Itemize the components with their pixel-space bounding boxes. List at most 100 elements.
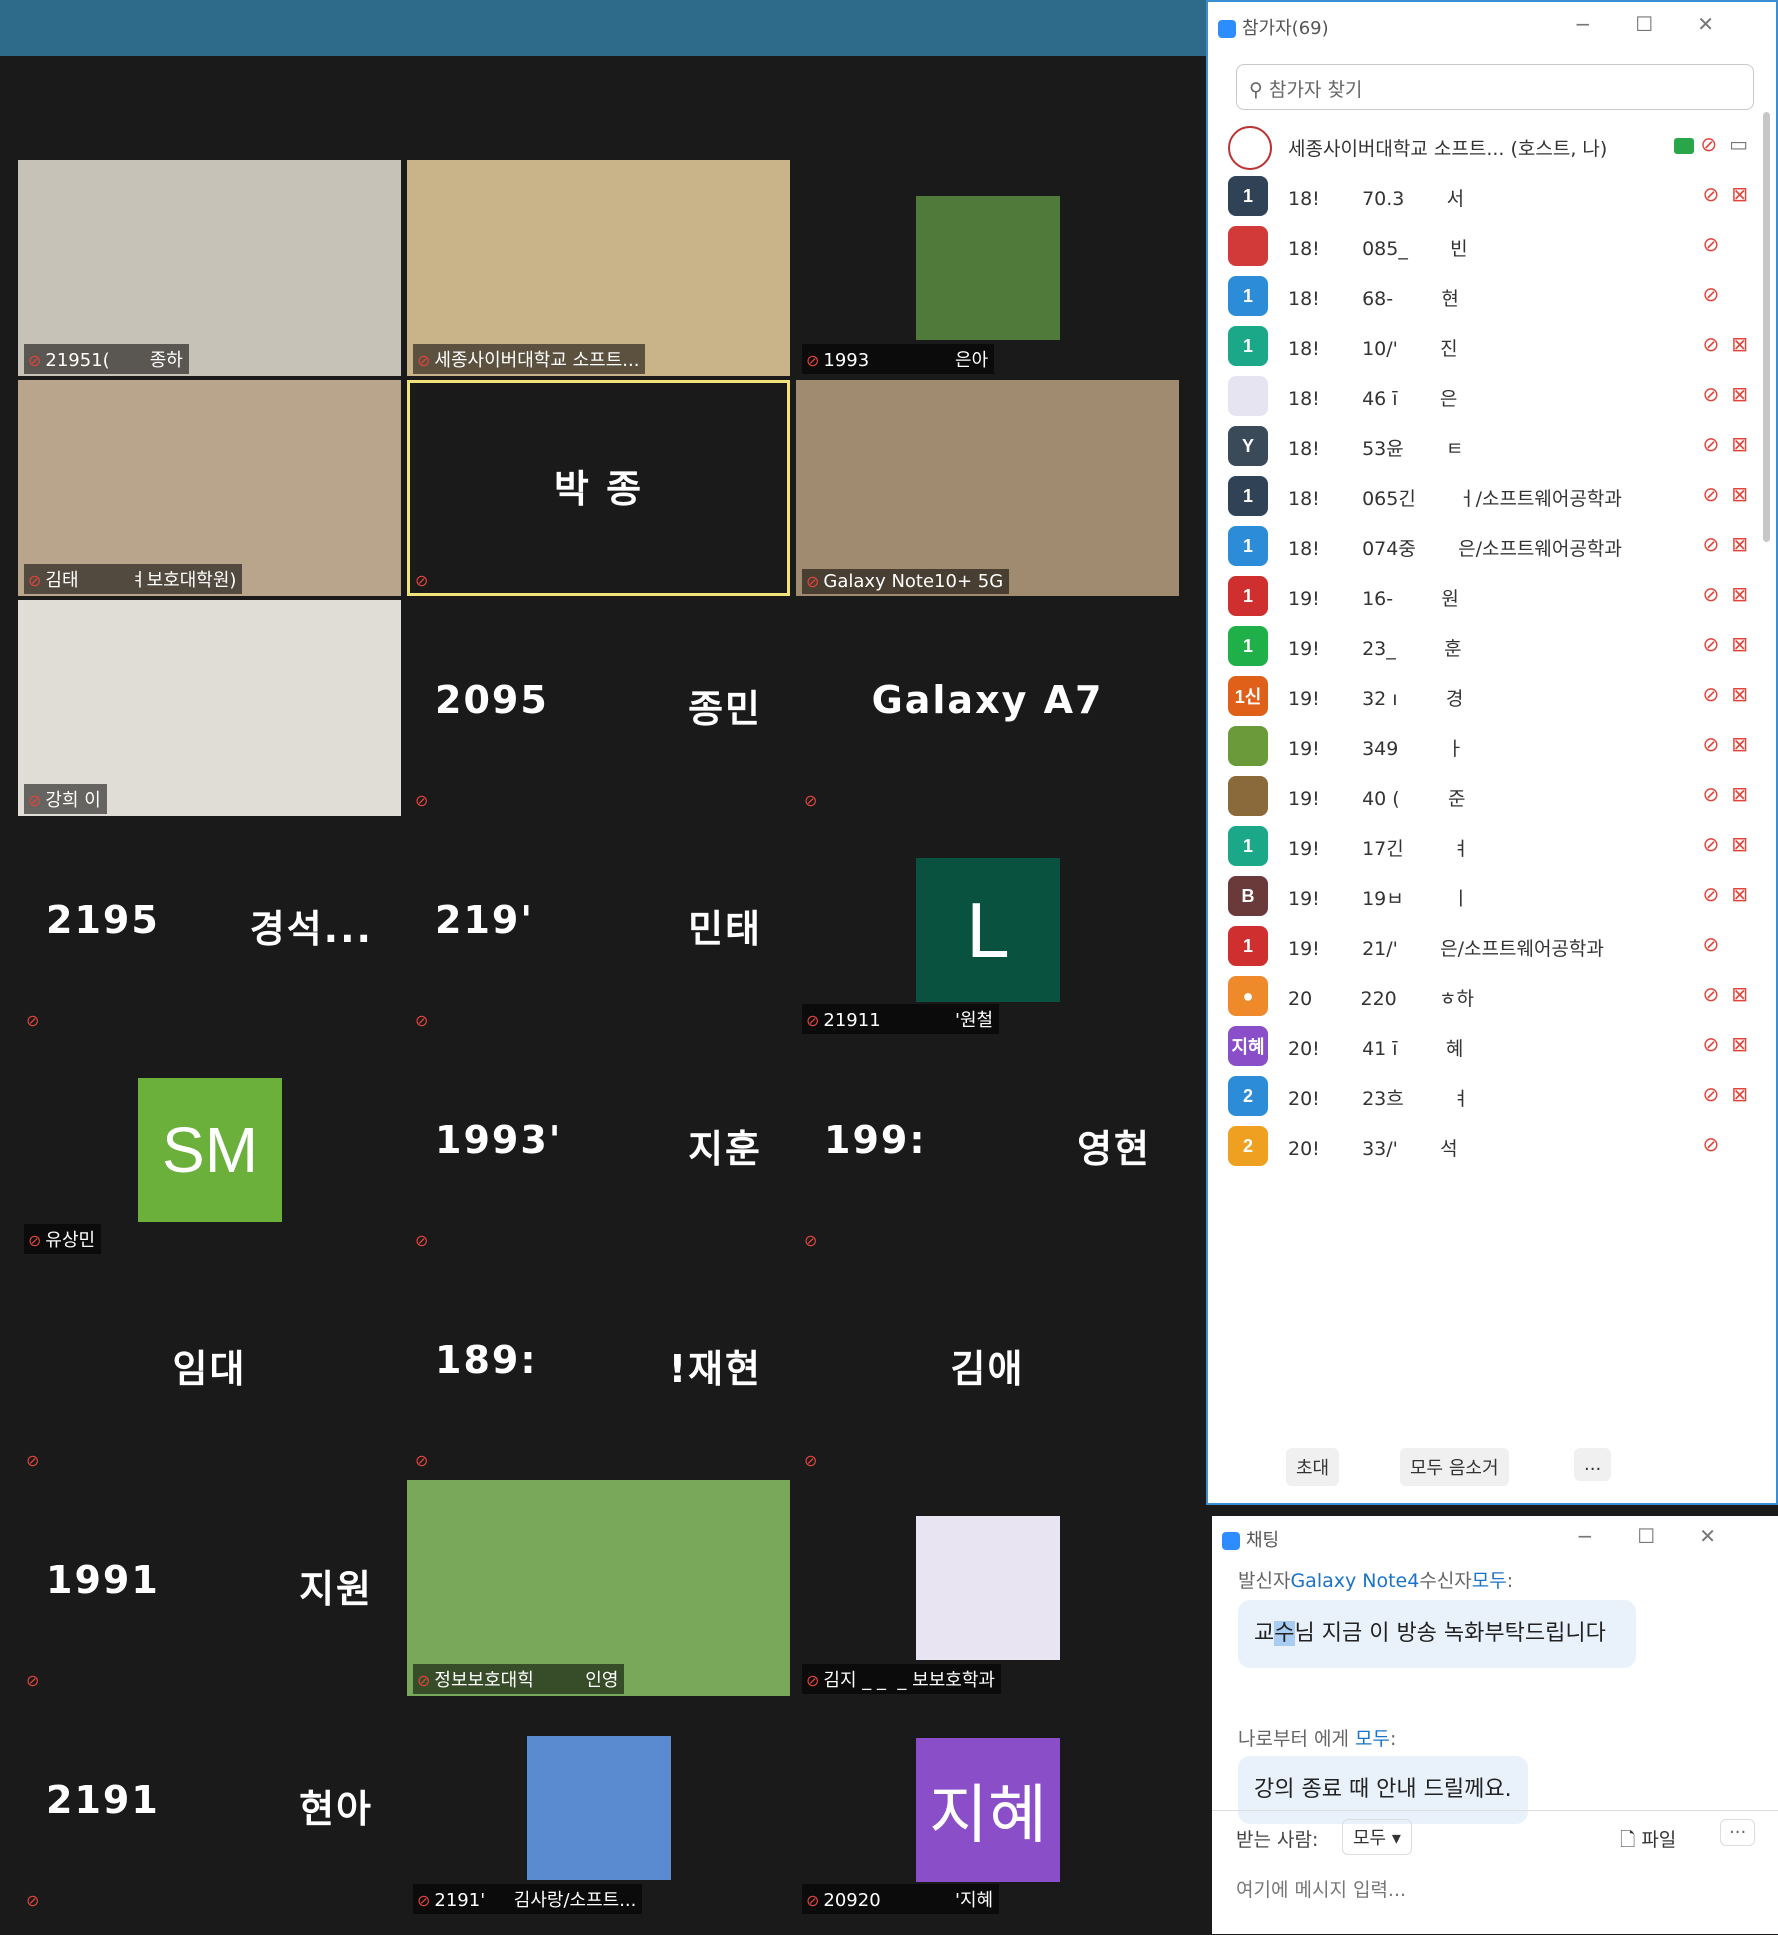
- from-prefix: 발신자: [1238, 1570, 1291, 1592]
- video-tile[interactable]: 189: !재현 ⊘: [407, 1260, 790, 1476]
- participant-row[interactable]: 1 19! 16- 원 ⊘ ⊠: [1228, 570, 1748, 620]
- participant-row[interactable]: 19! 40 ( 준 ⊘ ⊠: [1228, 770, 1748, 820]
- mute-all-button[interactable]: 모두 음소거: [1400, 1448, 1509, 1486]
- file-button[interactable]: 🗋 파일: [1620, 1825, 1676, 1858]
- participant-row[interactable]: 1 19! 21/' 은/소프트웨어공학과 ⊘⊠: [1228, 920, 1748, 970]
- invite-button[interactable]: 초대: [1286, 1448, 1340, 1486]
- maximize-icon[interactable]: ☐: [1635, 12, 1697, 36]
- recipient-name[interactable]: 모두: [1472, 1570, 1507, 1592]
- close-icon[interactable]: ✕: [1697, 12, 1758, 36]
- video-tile[interactable]: ⊘ 세종사이버대학교 소프트...: [407, 160, 790, 376]
- video-tile[interactable]: 김애 ⊘: [796, 1260, 1179, 1476]
- label-text: 21951( 종하: [45, 350, 183, 371]
- video-tile[interactable]: ⊘ 김지 _ _ _ 보보호학과: [796, 1480, 1179, 1696]
- to-label: 받는 사람:: [1236, 1829, 1319, 1851]
- video-tile[interactable]: Galaxy A7 ⊘: [796, 600, 1179, 816]
- participant-label: ⊘ 21911 '원철: [802, 1004, 1000, 1034]
- video-tile[interactable]: 지혜 ⊘ 20920 '지혜: [796, 1700, 1179, 1916]
- participant-row[interactable]: 지혜 20! 41 ī 혜 ⊘ ⊠: [1228, 1020, 1748, 1070]
- video-tile[interactable]: 219' 민태 ⊘: [407, 820, 790, 1036]
- participant-row[interactable]: 1 19! 23_ 훈 ⊘ ⊠: [1228, 620, 1748, 670]
- mic-muted-icon: ⊘: [1702, 532, 1720, 556]
- video-tile[interactable]: 임대 ⊘: [18, 1260, 401, 1476]
- participant-row[interactable]: 2 20! 33/' 석 ⊘⊠: [1228, 1120, 1748, 1170]
- participant-label: ⊘ 21951( 종하: [24, 344, 189, 374]
- name-part: 영현: [1077, 1127, 1151, 1171]
- chat-footer: 받는 사람: 모두 ▾ 🗋 파일 ··· 여기에 메시지 입력...: [1212, 1810, 1778, 1935]
- video-tile[interactable]: ⊘ 강희 이: [18, 600, 401, 816]
- message-input[interactable]: 여기에 메시지 입력...: [1236, 1875, 1406, 1902]
- mic-muted-icon: ⊘: [1702, 432, 1720, 456]
- participant-row[interactable]: 2 20! 23흐 ㅕ ⊘ ⊠: [1228, 1070, 1748, 1120]
- more-button[interactable]: ...: [1574, 1448, 1612, 1481]
- mic-muted-icon: ⊘: [1702, 782, 1720, 806]
- video-tile[interactable]: 2191 현아 ⊘: [18, 1700, 401, 1916]
- participant-row[interactable]: ● 20 220 ㅎ하 ⊘ ⊠: [1228, 970, 1748, 1020]
- more-options-icon[interactable]: ···: [1720, 1819, 1756, 1846]
- mic-muted-icon: ⊘: [1702, 232, 1720, 256]
- video-tile[interactable]: 1991 지원 ⊘: [18, 1480, 401, 1696]
- label-text: 세종사이버대학교 소프트...: [434, 350, 640, 371]
- participant-name: 219' 민태: [407, 898, 790, 953]
- participant-name: Galaxy A7: [871, 678, 1104, 722]
- participant-name: 20! 41 ī 혜: [1288, 1038, 1464, 1060]
- video-tile[interactable]: 2095 종민 ⊘: [407, 600, 790, 816]
- camera-off-icon: ⊠: [1731, 982, 1748, 1006]
- video-tile[interactable]: ⊘ 21951( 종하: [18, 160, 401, 376]
- participant-scrollbar[interactable]: [1763, 112, 1770, 542]
- participant-row[interactable]: 1 19! 17긴 ㅕ ⊘ ⊠: [1228, 820, 1748, 870]
- mic-muted-icon: ⊘: [28, 791, 42, 810]
- video-tile[interactable]: 1993' 지훈 ⊘: [407, 1040, 790, 1256]
- participant-name: 1991 지원: [18, 1558, 401, 1613]
- participant-video: [916, 196, 1060, 340]
- video-tile[interactable]: ⊘ 1993 은아: [796, 160, 1179, 376]
- camera-off-icon: ⊠: [1731, 382, 1748, 406]
- video-tile[interactable]: ⊘ 김태 ㅕ보호대학원): [18, 380, 401, 596]
- host-row[interactable]: 세종사이버대학교 소프트... (호스트, 나) ⊘ ▭: [1228, 120, 1748, 170]
- participant-status-icons: ⊘⊠: [1702, 982, 1748, 1006]
- participant-row[interactable]: 1 18! 10/' 진 ⊘ ⊠: [1228, 320, 1748, 370]
- participant-row[interactable]: 1 18! 70.3 서 ⊘ ⊠: [1228, 170, 1748, 220]
- video-tile[interactable]: 박 종 ⊘: [407, 380, 790, 596]
- minimize-icon[interactable]: −: [1577, 1524, 1638, 1548]
- colon: :: [1506, 1570, 1514, 1592]
- participant-row[interactable]: B 19! 19ㅂ ㅣ ⊘ ⊠: [1228, 870, 1748, 920]
- video-tile[interactable]: ⊘ 정보보호대힉 인영: [407, 1480, 790, 1696]
- video-tile[interactable]: 2195 경석... ⊘: [18, 820, 401, 1036]
- participant-status-icons: ⊘⊠: [1702, 182, 1748, 206]
- participant-row[interactable]: 1 18! 68- 현 ⊘⊠: [1228, 270, 1748, 320]
- message-text-rest: 님 지금 이 방송 녹화부탁드립니다: [1294, 1621, 1606, 1646]
- close-icon[interactable]: ✕: [1699, 1524, 1760, 1548]
- video-tile[interactable]: 199: 영현 ⊘: [796, 1040, 1179, 1256]
- recipient-select[interactable]: 모두 ▾: [1342, 1819, 1412, 1855]
- participant-avatar: 1: [1228, 476, 1268, 516]
- participant-row[interactable]: 1신 19! 32 ı 경 ⊘ ⊠: [1228, 670, 1748, 720]
- participant-row[interactable]: 19! 349 ㅏ ⊘ ⊠: [1228, 720, 1748, 770]
- mic-muted-icon: ⊘: [28, 571, 42, 590]
- window-controls[interactable]: −☐✕: [1575, 12, 1758, 36]
- mic-muted-icon: ⊘: [1702, 732, 1720, 756]
- name-part: 2095: [435, 678, 549, 722]
- video-tile[interactable]: SM ⊘ 유상민: [18, 1040, 401, 1256]
- mic-muted-icon: ⊘: [417, 351, 431, 370]
- recipient-name-2[interactable]: 모두: [1355, 1728, 1390, 1750]
- participant-row[interactable]: Y 18! 53윤 ㅌ ⊘ ⊠: [1228, 420, 1748, 470]
- name-part: !재현: [668, 1347, 762, 1391]
- minimize-icon[interactable]: −: [1575, 12, 1636, 36]
- participant-row[interactable]: 1 18! 065긴 ㅓ/소프트웨어공학과 ⊘ ⊠: [1228, 470, 1748, 520]
- share-status-icon: [1673, 137, 1694, 154]
- participant-row[interactable]: 18! 46 ī 은 ⊘ ⊠: [1228, 370, 1748, 420]
- participant-status-icons: ⊘⊠: [1702, 1132, 1748, 1156]
- participant-name: 2191 현아: [18, 1778, 401, 1833]
- chat-window-controls[interactable]: −☐✕: [1577, 1524, 1760, 1548]
- participant-row[interactable]: 18! 085_ 빈 ⊘⊠: [1228, 220, 1748, 270]
- video-tile[interactable]: ⊘ Galaxy Note10+ 5G: [796, 380, 1179, 596]
- video-tile[interactable]: L ⊘ 21911 '원철: [796, 820, 1179, 1036]
- video-tile[interactable]: ⊘ 2191' 김사랑/소프트...: [407, 1700, 790, 1916]
- participant-search-input[interactable]: ⚲ 참가자 찾기: [1236, 64, 1754, 110]
- maximize-icon[interactable]: ☐: [1637, 1524, 1699, 1548]
- participant-row[interactable]: 1 18! 074중 은/소프트웨어공학과 ⊘ ⊠: [1228, 520, 1748, 570]
- sender-name[interactable]: Galaxy Note4: [1290, 1570, 1419, 1592]
- mic-muted-icon: ⊘: [415, 791, 429, 810]
- participant-avatar: 1: [1228, 276, 1268, 316]
